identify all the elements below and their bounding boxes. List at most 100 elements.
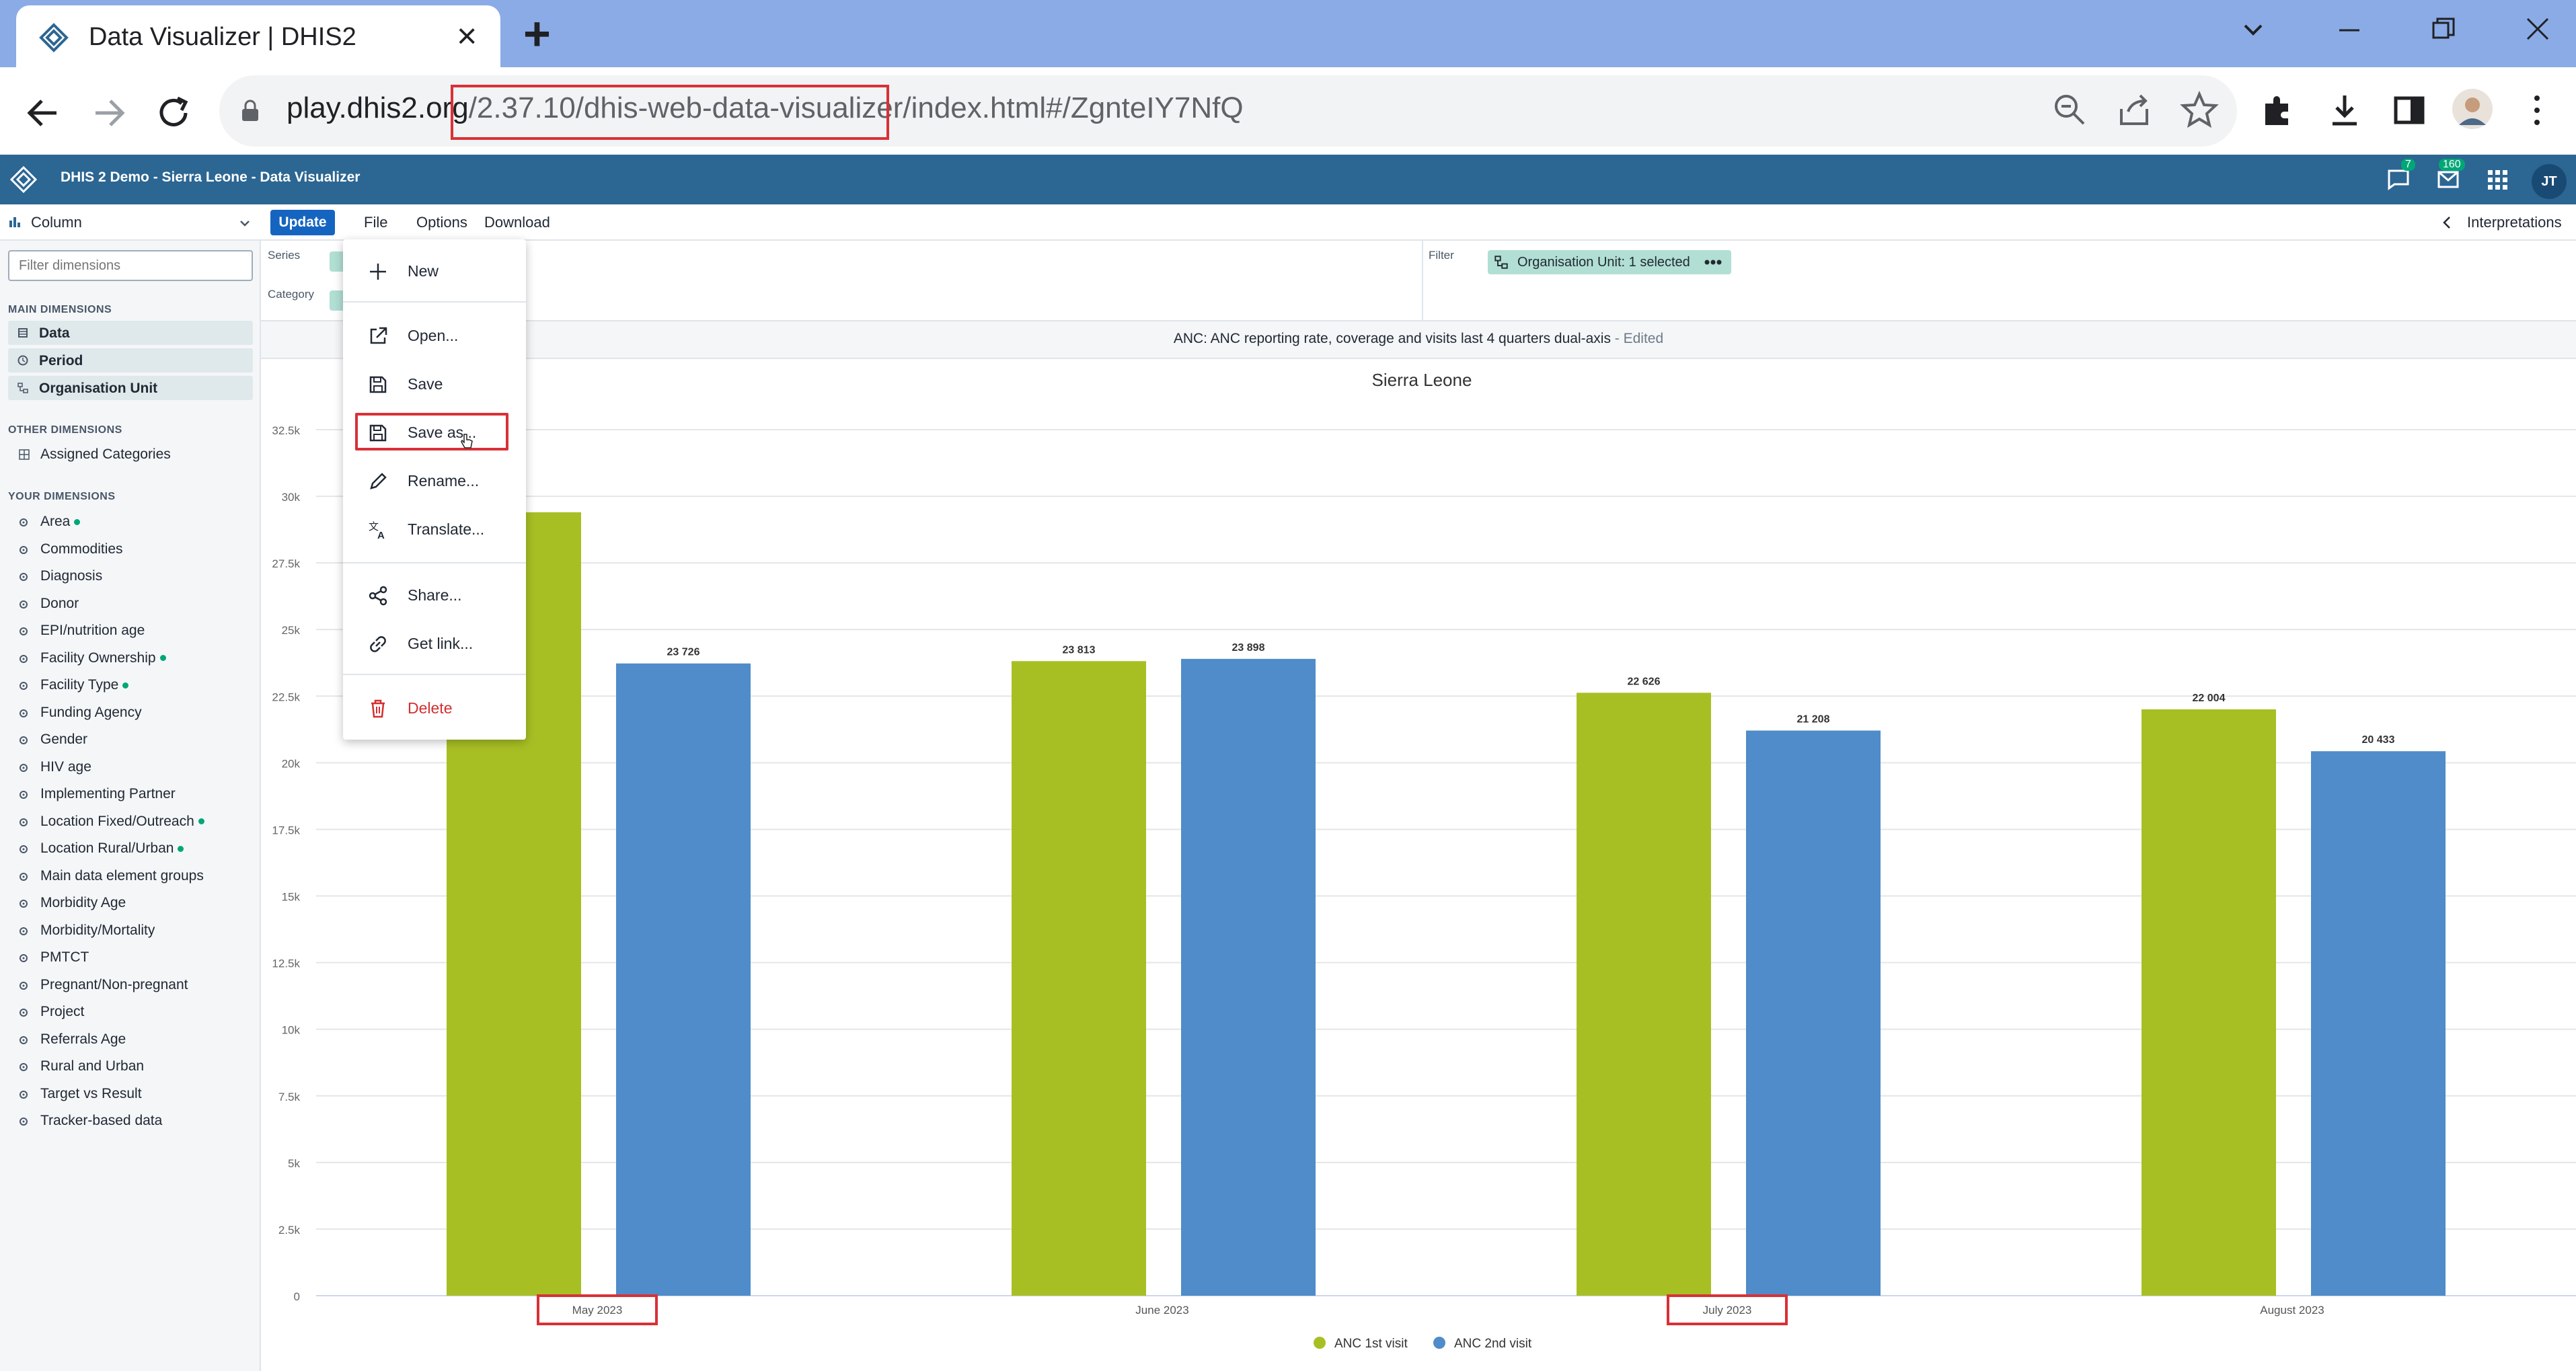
share-icon[interactable]	[2113, 89, 2156, 132]
close-window-icon[interactable]	[2524, 15, 2552, 43]
dimension-gender[interactable]: Gender	[19, 728, 248, 752]
dimension-pmtct[interactable]: PMTCT	[19, 945, 248, 970]
file-menu-item-rename[interactable]: Rename...	[343, 456, 526, 504]
side-panel-icon[interactable]	[2388, 89, 2431, 132]
dimension-icon	[20, 1118, 28, 1126]
browser-tab[interactable]: Data Visualizer | DHIS2 ×	[16, 5, 500, 67]
dimension-facility-ownership[interactable]: Facility Ownership	[19, 646, 248, 670]
dimension-data[interactable]: Data	[8, 321, 253, 345]
url-path-highlight	[451, 85, 889, 140]
active-indicator-dot	[178, 845, 184, 852]
dhis2-header-bar	[0, 155, 2576, 204]
dimension-period[interactable]: Period	[8, 348, 253, 373]
dimension-label: Organisation Unit	[39, 381, 158, 396]
profile-avatar[interactable]	[2451, 87, 2494, 130]
link-icon	[370, 636, 386, 652]
dimension-icon	[20, 709, 28, 717]
filter-dimensions-input[interactable]	[8, 250, 253, 281]
chrome-menu-icon[interactable]	[2515, 89, 2559, 132]
dimension-icon	[20, 1009, 28, 1017]
menu-bar	[261, 204, 2576, 241]
file-menu-divider	[343, 674, 526, 675]
chevron-down-icon	[240, 221, 250, 227]
dimension-epi-nutrition-age[interactable]: EPI/nutrition age	[19, 619, 248, 643]
active-indicator-dot	[159, 655, 166, 662]
options-menu-button[interactable]: Options	[416, 214, 467, 231]
more-options-icon[interactable]	[1703, 257, 1723, 268]
y-axis-ticks: 0 2.5k 5k 7.5k 10k 12.5k 15k 17.5k 20k 22.5k 25k 27…	[272, 424, 300, 1303]
update-button[interactable]: Update	[270, 210, 335, 235]
zoom-icon[interactable]	[2049, 89, 2092, 132]
dimension-morbidity-mortality[interactable]: Morbidity/Mortality	[19, 918, 248, 943]
file-menu-item-label: Translate...	[408, 520, 485, 538]
lock-icon[interactable]	[241, 100, 260, 122]
y-tick-label: 7.5k	[278, 1091, 301, 1103]
dimension-tracker-based-data[interactable]: Tracker-based data	[19, 1109, 248, 1133]
file-menu-divider	[343, 562, 526, 563]
file-menu-item-new[interactable]: New	[343, 246, 526, 295]
forward-icon[interactable]	[82, 86, 136, 140]
svg-text:A: A	[377, 530, 385, 541]
apps-grid-icon[interactable]	[2486, 168, 2509, 191]
file-menu-button[interactable]: File	[364, 214, 387, 231]
user-avatar[interactable]: JT	[2532, 164, 2567, 199]
layout-divider	[1422, 241, 1423, 321]
dimension-hiv-age[interactable]: HIV age	[19, 755, 248, 779]
dimension-label: Area	[40, 514, 81, 530]
dimension-project[interactable]: Project	[19, 1000, 248, 1024]
minimize-icon[interactable]	[2335, 16, 2363, 44]
main-dimensions-heading: MAIN DIMENSIONS	[8, 304, 112, 315]
dimension-location-fixed-outreach[interactable]: Location Fixed/Outreach	[19, 810, 248, 834]
dimension-area[interactable]: Area	[19, 510, 248, 534]
file-menu-item-get-link[interactable]: Get link...	[343, 619, 526, 667]
download-icon[interactable]	[2323, 89, 2366, 132]
dimension-icon	[20, 654, 28, 663]
dimension-icon	[20, 1063, 28, 1071]
dimension-referrals-age[interactable]: Referrals Age	[19, 1027, 248, 1052]
dimension-funding-agency[interactable]: Funding Agency	[19, 701, 248, 725]
dimension-location-rural-urban[interactable]: Location Rural/Urban	[19, 836, 248, 861]
tab-search-icon[interactable]	[2240, 16, 2267, 43]
dimension-icon	[20, 818, 28, 826]
file-menu-item-translate[interactable]: 文 A Translate...	[343, 504, 526, 553]
dimension-commodities[interactable]: Commodities	[19, 537, 248, 561]
legend-label: ANC 2nd visit	[1454, 1337, 1532, 1351]
dimension-label: Donor	[40, 595, 79, 611]
dimension-diagnosis[interactable]: Diagnosis	[19, 564, 248, 588]
column-chart: Sierra Leone 0 2.5k 5k 7.5k 10k 12.5k 15k 17.5k…	[272, 370, 2576, 1351]
dimension-morbidity-age[interactable]: Morbidity Age	[19, 891, 248, 915]
chevron-left-icon[interactable]	[2440, 215, 2454, 230]
file-menu-item-delete[interactable]: Delete	[343, 683, 526, 732]
dhis2-logo-icon[interactable]	[9, 165, 38, 194]
url-host: play.dhis2.org	[287, 91, 469, 124]
y-tick-label: 10k	[282, 1024, 301, 1037]
extensions-icon[interactable]	[2257, 89, 2300, 132]
file-menu-item-label: Rename...	[408, 472, 480, 489]
dimension-assigned-categories[interactable]: Assigned Categories	[19, 442, 248, 467]
dimension-facility-type[interactable]: Facility Type	[19, 673, 248, 697]
bookmark-star-icon[interactable]	[2178, 89, 2221, 132]
dimension-organisation-unit[interactable]: Organisation Unit	[8, 376, 253, 400]
bar-value-label: 22 626	[1628, 676, 1661, 687]
close-tab-icon[interactable]: ×	[457, 19, 477, 54]
dimension-target-vs-result[interactable]: Target vs Result	[19, 1082, 248, 1106]
legend-label: ANC 1st visit	[1334, 1337, 1408, 1351]
file-menu-item-save[interactable]: Save	[343, 359, 526, 407]
dimension-implementing-partner[interactable]: Implementing Partner	[19, 782, 248, 806]
new-tab-icon[interactable]: +	[523, 9, 551, 58]
file-menu-item-share[interactable]: Share...	[343, 570, 526, 619]
file-menu-item-open[interactable]: Open...	[343, 311, 526, 359]
dimension-main-data-element-groups[interactable]: Main data element groups	[19, 864, 248, 888]
delete-trash-icon	[371, 699, 385, 718]
interpretations-toggle[interactable]: Interpretations	[2467, 214, 2562, 231]
dimension-pregnant-non-pregnant[interactable]: Pregnant/Non-pregnant	[19, 973, 248, 997]
download-menu-button[interactable]: Download	[484, 214, 550, 231]
dimension-label: Diagnosis	[40, 568, 103, 584]
reload-icon[interactable]	[147, 86, 200, 140]
dimension-donor[interactable]: Donor	[19, 592, 248, 616]
dimension-icon	[20, 1090, 28, 1099]
restore-icon[interactable]	[2429, 15, 2458, 43]
back-icon[interactable]	[16, 86, 70, 140]
dimension-rural-and-urban[interactable]: Rural and Urban	[19, 1054, 248, 1079]
dimension-label: EPI/nutrition age	[40, 623, 145, 638]
